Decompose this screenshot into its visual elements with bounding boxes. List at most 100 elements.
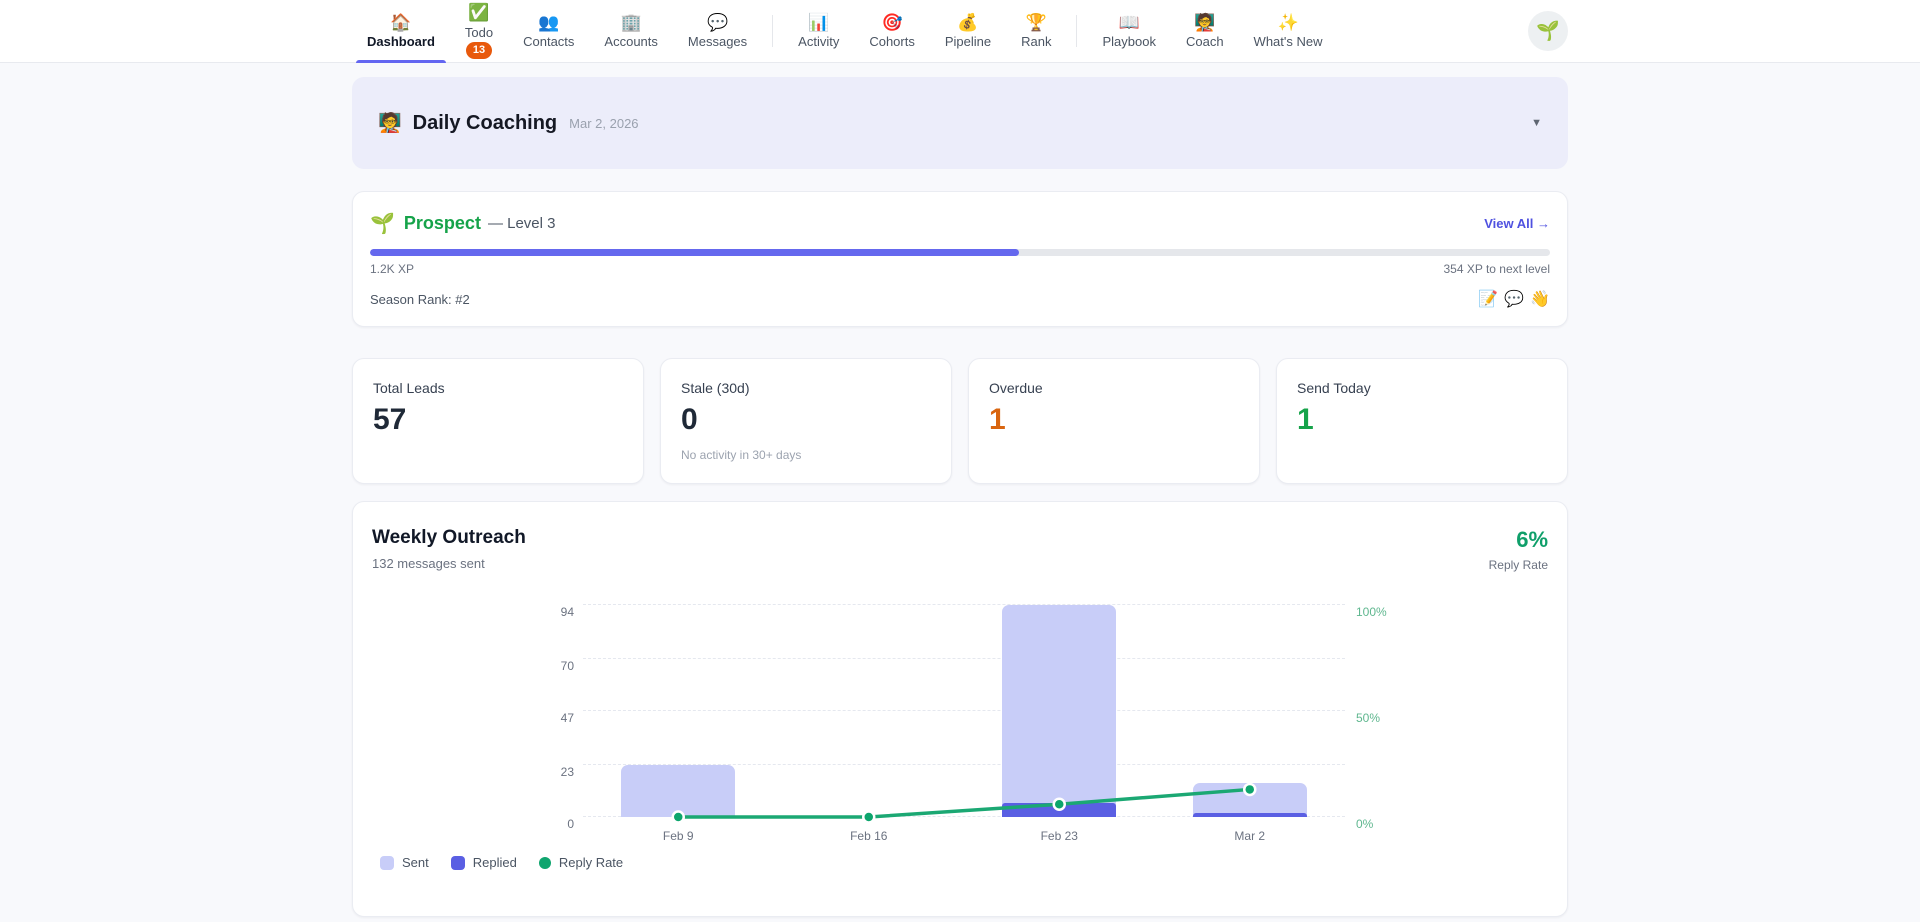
legend-item-sent[interactable]: Sent (380, 855, 429, 870)
stat-card-total-leads: Total Leads 57 (352, 358, 644, 484)
nav-item-coach[interactable]: 🧑‍🏫Coach (1171, 0, 1239, 62)
y-axis-tick-left: 0 (567, 817, 574, 831)
nav-item-label: Dashboard (367, 34, 435, 49)
stat-value: 0 (681, 405, 931, 435)
stat-card-overdue: Overdue1 (968, 358, 1260, 484)
x-axis-tick: Mar 2 (1234, 829, 1265, 843)
todo-count-badge: 13 (466, 42, 492, 59)
nav-items: 🏠Dashboard✅Todo13👥Contacts🏢Accounts💬Mess… (352, 0, 1338, 62)
nav-divider (772, 15, 773, 47)
nav-item-playbook[interactable]: 📖Playbook (1087, 0, 1170, 62)
nav-item-what-s-new[interactable]: ✨What's New (1239, 0, 1338, 62)
legend-label: Replied (473, 855, 517, 870)
nav-item-label: Rank (1021, 34, 1051, 49)
level-subtitle: — Level 3 (488, 215, 556, 232)
xp-to-next-level: 354 XP to next level (1443, 262, 1550, 276)
y-axis-tick-right: 100% (1356, 605, 1387, 619)
top-nav: 🏠Dashboard✅Todo13👥Contacts🏢Accounts💬Mess… (0, 0, 1920, 63)
target-icon: 🎯 (882, 13, 903, 33)
nav-item-label: Coach (1186, 34, 1224, 49)
legend-item-reply-rate[interactable]: Reply Rate (539, 855, 623, 870)
seedling-icon: 🌱 (370, 211, 395, 236)
seedling-avatar-icon: 🌱 (1536, 19, 1560, 43)
nav-item-label: Messages (688, 34, 747, 49)
outreach-chart: 0234770940%50%100%Feb 9Feb 16Feb 23Mar 2 (583, 605, 1345, 817)
stat-label: Overdue (989, 380, 1239, 396)
view-all-link[interactable]: View All → (1484, 216, 1550, 231)
reply-rate-value: 6% (1489, 527, 1548, 553)
bar-chart-icon: 📊 (808, 13, 829, 33)
nav-item-activity[interactable]: 📊Activity (783, 0, 854, 62)
legend-swatch (451, 856, 465, 870)
stat-value: 57 (373, 405, 623, 435)
level-title: Prospect (404, 213, 481, 234)
xp-current: 1.2K XP (370, 262, 414, 276)
reply-rate-point (1244, 784, 1255, 795)
active-tab-underline (356, 60, 446, 63)
speech-bubble-icon[interactable]: 💬 (1504, 289, 1524, 309)
reply-rate-label: Reply Rate (1489, 558, 1548, 572)
trophy-icon: 🏆 (1026, 13, 1047, 33)
nav-item-label: What's New (1254, 34, 1323, 49)
x-axis-tick: Feb 16 (850, 829, 887, 843)
season-rank: Season Rank: #2 (370, 292, 470, 307)
chart-header: Weekly Outreach 132 messages sent 6% Rep… (372, 527, 1548, 572)
stat-card-stale-30d: Stale (30d) 0 No activity in 30+ days (660, 358, 952, 484)
legend-label: Sent (402, 855, 429, 870)
building-icon: 🏢 (621, 13, 642, 33)
main-content: 🧑‍🏫 Daily Coaching Mar 2, 2026 ▼ 🌱 Prosp… (352, 77, 1568, 917)
chart-legend: Sent Replied Reply Rate (380, 855, 1548, 870)
nav-item-cohorts[interactable]: 🎯Cohorts (854, 0, 930, 62)
sparkles-icon: ✨ (1277, 13, 1298, 33)
speech-bubble-icon: 💬 (707, 13, 728, 33)
chevron-down-icon[interactable]: ▼ (1531, 117, 1542, 129)
stat-label: Stale (30d) (681, 380, 931, 396)
xp-progress-bar (370, 249, 1550, 256)
chart-title: Weekly Outreach (372, 527, 526, 549)
level-header: 🌱 Prospect — Level 3 View All → (370, 211, 1550, 236)
legend-item-replied[interactable]: Replied (451, 855, 517, 870)
legend-label: Reply Rate (559, 855, 623, 870)
nav-item-messages[interactable]: 💬Messages (673, 0, 762, 62)
reply-rate-point (673, 812, 684, 823)
stat-label: Total Leads (373, 380, 623, 396)
nav-item-label: Cohorts (869, 34, 915, 49)
money-bag-icon: 💰 (957, 13, 978, 33)
y-axis-tick-left: 47 (561, 711, 574, 725)
y-axis-tick-right: 50% (1356, 711, 1380, 725)
xp-labels: 1.2K XP 354 XP to next level (370, 262, 1550, 276)
legend-swatch (380, 856, 394, 870)
nav-item-todo[interactable]: ✅ Todo 13 (450, 0, 508, 62)
nav-item-label: Pipeline (945, 34, 991, 49)
memo-icon[interactable]: 📝 (1478, 289, 1498, 309)
reply-rate-line (583, 605, 1345, 817)
weekly-outreach-card: Weekly Outreach 132 messages sent 6% Rep… (352, 501, 1568, 917)
level-action-icons: 📝 💬 👋 (1478, 289, 1550, 309)
y-axis-tick-left: 23 (561, 765, 574, 779)
user-avatar[interactable]: 🌱 (1528, 11, 1568, 51)
nav-item-pipeline[interactable]: 💰Pipeline (930, 0, 1006, 62)
level-progress-card: 🌱 Prospect — Level 3 View All → 1.2K XP … (352, 191, 1568, 327)
waving-hand-icon[interactable]: 👋 (1530, 289, 1550, 309)
y-axis-tick-right: 0% (1356, 817, 1373, 831)
daily-coaching-banner[interactable]: 🧑‍🏫 Daily Coaching Mar 2, 2026 ▼ (352, 77, 1568, 169)
level-footer: Season Rank: #2 📝 💬 👋 (370, 289, 1550, 309)
nav-divider (1076, 15, 1077, 47)
people-icon: 👥 (538, 13, 559, 33)
nav-item-label: Activity (798, 34, 839, 49)
nav-item-contacts[interactable]: 👥Contacts (508, 0, 589, 62)
stat-note: No activity in 30+ days (681, 448, 931, 462)
x-axis-tick: Feb 23 (1041, 829, 1078, 843)
nav-item-label: Todo (465, 25, 493, 40)
xp-progress-fill (370, 249, 1019, 256)
nav-item-label: Contacts (523, 34, 574, 49)
nav-item-accounts[interactable]: 🏢Accounts (589, 0, 672, 62)
nav-item-rank[interactable]: 🏆Rank (1006, 0, 1066, 62)
reply-rate-point (1054, 799, 1065, 810)
check-icon: ✅ (468, 3, 489, 23)
nav-item-dashboard[interactable]: 🏠Dashboard (352, 0, 450, 62)
teacher-icon: 🧑‍🏫 (378, 111, 402, 135)
stat-value: 1 (1297, 405, 1547, 435)
stat-card-send-today: Send Today1 (1276, 358, 1568, 484)
book-icon: 📖 (1119, 13, 1140, 33)
